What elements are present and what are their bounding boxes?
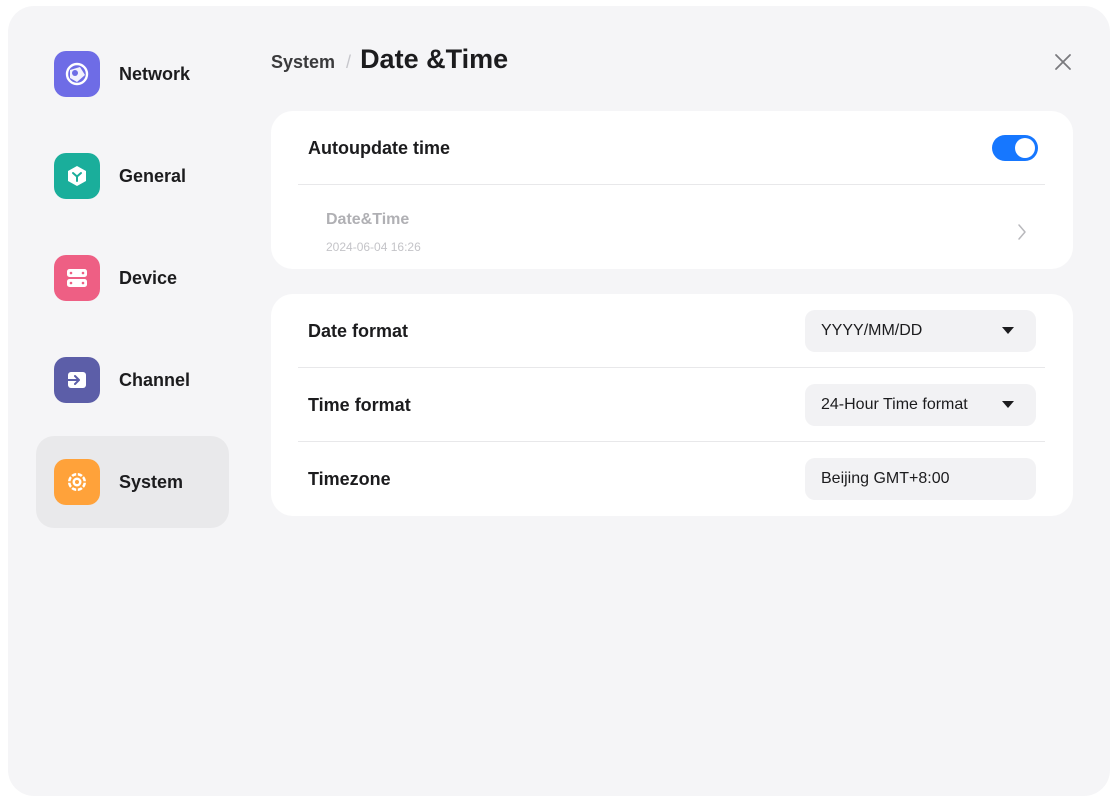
- autoupdate-toggle[interactable]: [992, 135, 1038, 161]
- date-time-label: Date&Time: [326, 211, 410, 228]
- sidebar-item-label: Device: [119, 267, 178, 288]
- format-card: Date format YYYY/MM/DD Time format 24-Ho…: [271, 294, 1073, 516]
- divider: [298, 441, 1045, 442]
- time-format-select[interactable]: 24-Hour Time format: [805, 384, 1036, 426]
- chevron-right-icon: [1018, 224, 1026, 240]
- date-format-row: Date format YYYY/MM/DD: [308, 310, 1036, 352]
- time-format-value: 24-Hour Time format: [821, 396, 968, 413]
- date-time-row[interactable]: Date&Time 2024-06-04 16:26: [298, 191, 1045, 269]
- sidebar-item-label: General: [119, 165, 187, 186]
- sidebar-item-network[interactable]: Network: [36, 28, 229, 120]
- general-icon: [54, 153, 100, 199]
- divider: [298, 184, 1045, 185]
- sidebar-item-label: Channel: [119, 369, 191, 390]
- sidebar-item-channel[interactable]: Channel: [36, 334, 229, 426]
- sidebar: Network General Device Channel System: [36, 28, 229, 538]
- breadcrumb-parent[interactable]: System: [271, 52, 335, 73]
- page-title: Date &Time: [360, 44, 509, 74]
- autoupdate-label: Autoupdate time: [308, 138, 450, 158]
- breadcrumb-separator: /: [346, 52, 352, 72]
- close-button[interactable]: [1051, 50, 1075, 74]
- dropdown-arrow-icon: [1002, 401, 1014, 408]
- sidebar-item-device[interactable]: Device: [36, 232, 229, 324]
- time-format-row: Time format 24-Hour Time format: [308, 384, 1036, 426]
- settings-window: Network General Device Channel System Sy…: [8, 6, 1110, 796]
- sidebar-item-general[interactable]: General: [36, 130, 229, 222]
- date-format-select[interactable]: YYYY/MM/DD: [805, 310, 1036, 352]
- breadcrumb: System / Date &Time: [271, 44, 508, 75]
- channel-icon: [54, 357, 100, 403]
- toggle-knob: [1015, 138, 1035, 158]
- timezone-row: Timezone Beijing GMT+8:00: [308, 458, 1036, 500]
- sidebar-item-label: System: [119, 471, 184, 492]
- auto-time-card: Autoupdate time Date&Time 2024-06-04 16:…: [271, 111, 1073, 269]
- network-icon: [54, 51, 100, 97]
- date-time-value: 2024-06-04 16:26: [326, 240, 421, 254]
- close-icon: [1055, 54, 1071, 70]
- sidebar-item-system[interactable]: System: [36, 436, 229, 528]
- date-format-value: YYYY/MM/DD: [821, 322, 923, 339]
- sidebar-item-label: Network: [119, 63, 191, 84]
- system-icon: [54, 459, 100, 505]
- timezone-select[interactable]: Beijing GMT+8:00: [805, 458, 1036, 500]
- divider: [298, 367, 1045, 368]
- dropdown-arrow-icon: [1002, 327, 1014, 334]
- timezone-value: Beijing GMT+8:00: [821, 470, 950, 487]
- device-icon: [54, 255, 100, 301]
